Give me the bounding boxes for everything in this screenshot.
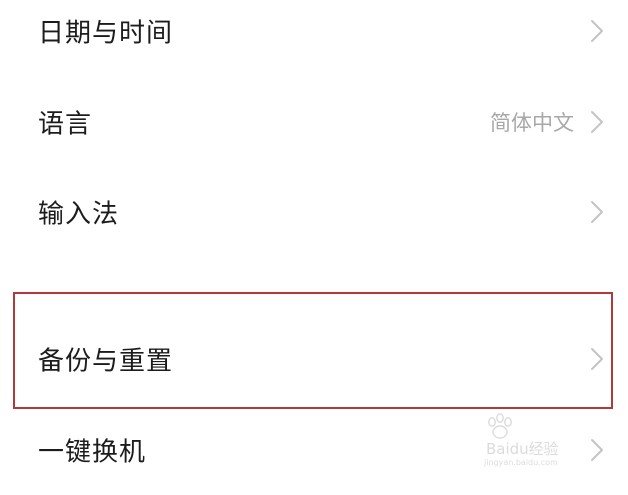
settings-item-label: 日期与时间 bbox=[38, 18, 174, 49]
settings-item-language[interactable]: 语言 简体中文 bbox=[0, 77, 628, 167]
settings-item-input-method[interactable]: 输入法 bbox=[0, 167, 628, 257]
chevron-right-icon bbox=[591, 348, 603, 370]
settings-item-backup-reset[interactable]: 备份与重置 bbox=[0, 314, 628, 404]
settings-item-label: 一键换机 bbox=[38, 437, 147, 468]
settings-item-label: 输入法 bbox=[38, 199, 120, 230]
settings-list: 日期与时间 语言 简体中文 输入法 备份与重置 一键换机 bbox=[0, 0, 628, 482]
chevron-right-icon bbox=[591, 201, 603, 223]
settings-item-label: 语言 bbox=[38, 109, 93, 140]
settings-item-label: 备份与重置 bbox=[38, 346, 174, 377]
chevron-right-icon bbox=[591, 439, 603, 461]
language-current-value: 简体中文 bbox=[490, 111, 574, 135]
chevron-right-icon bbox=[591, 111, 603, 133]
settings-item-date-time[interactable]: 日期与时间 bbox=[0, 0, 628, 76]
chevron-right-icon bbox=[591, 20, 603, 42]
